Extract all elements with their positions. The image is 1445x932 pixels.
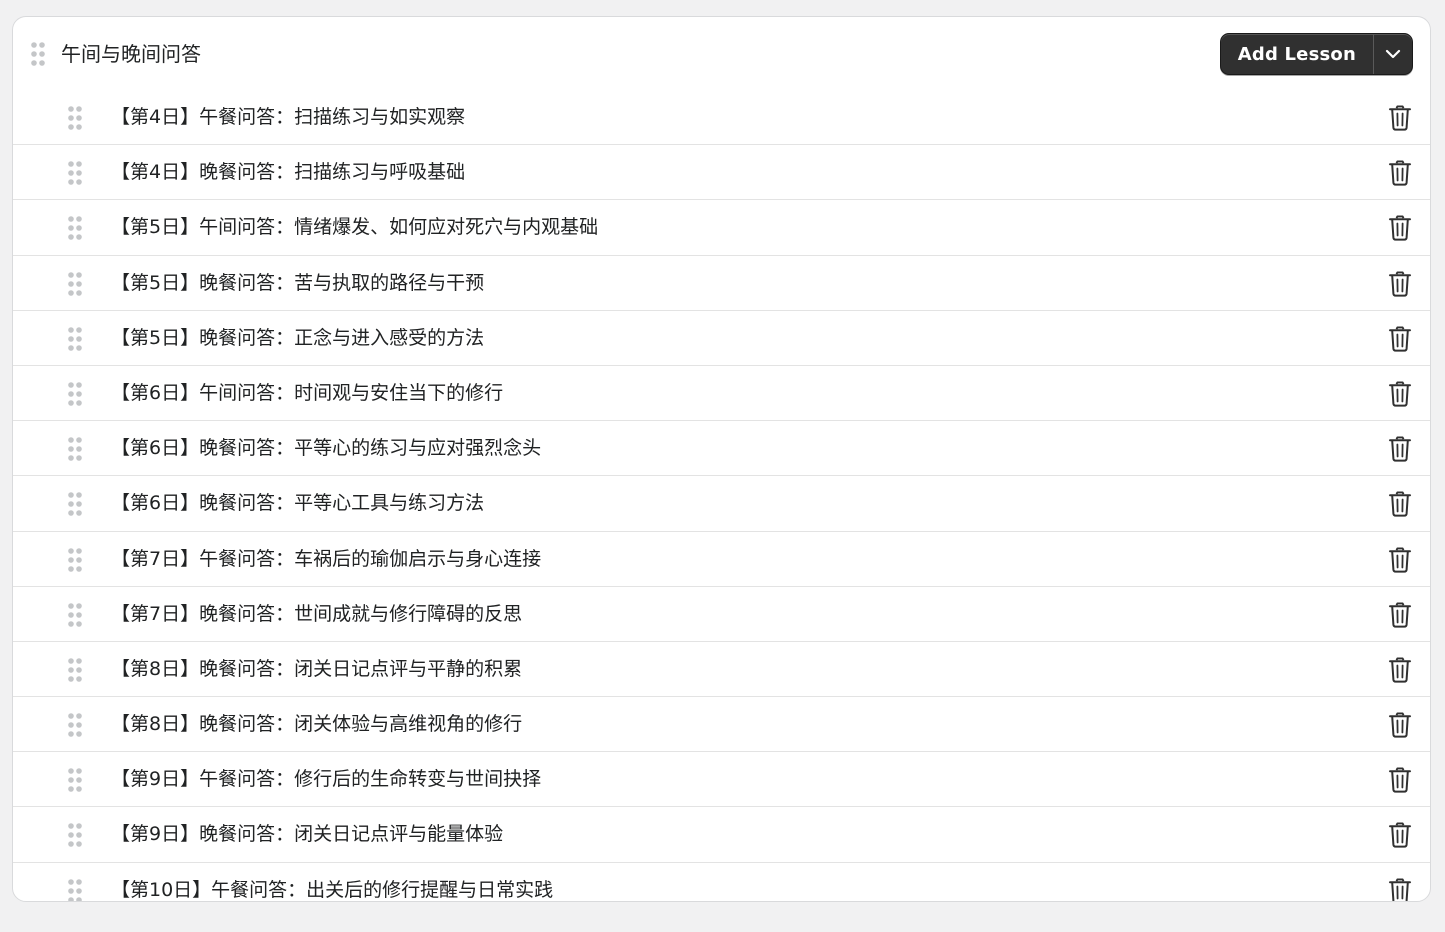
lesson-title: 【第7日】晚餐问答：世间成就与修行障碍的反思	[111, 602, 523, 625]
lesson-drag-handle-icon[interactable]	[67, 602, 83, 628]
lesson-title: 【第9日】午餐问答：修行后的生命转变与世间抉择	[111, 768, 542, 791]
delete-lesson-trash-icon[interactable]	[1388, 546, 1412, 573]
lesson-title: 【第7日】午餐问答：车祸后的瑜伽启示与身心连接	[111, 547, 542, 570]
lesson-row[interactable]: 【第9日】晚餐问答：闭关日记点评与能量体验	[13, 807, 1430, 863]
lesson-title: 【第4日】晚餐问答：扫描练习与呼吸基础	[111, 161, 466, 184]
lesson-row[interactable]: 【第6日】午间问答：时间观与安住当下的修行	[13, 366, 1430, 422]
add-lesson-button-group: Add Lesson	[1219, 33, 1413, 75]
lesson-title: 【第4日】午餐问答：扫描练习与如实观察	[111, 106, 466, 128]
lesson-drag-handle-icon[interactable]	[67, 326, 83, 352]
lesson-list: 【第4日】午餐问答：扫描练习与如实观察 【第4日】晚餐问答：扫描练习与呼吸基础	[13, 90, 1430, 901]
lesson-drag-handle-icon[interactable]	[67, 547, 83, 573]
lesson-drag-handle-icon[interactable]	[67, 767, 83, 793]
lesson-drag-handle-icon[interactable]	[67, 436, 83, 462]
delete-lesson-trash-icon[interactable]	[1388, 160, 1412, 186]
delete-lesson-trash-icon[interactable]	[1388, 878, 1412, 901]
delete-lesson-trash-icon[interactable]	[1388, 326, 1412, 352]
lesson-section-card: 午间与晚间问答 Add Lesson 【第4日】午餐问答：扫描练习与如实观察 【…	[12, 16, 1431, 902]
lesson-title: 【第6日】晚餐问答：平等心的练习与应对强烈念头	[111, 437, 542, 460]
add-lesson-dropdown-button[interactable]	[1374, 34, 1412, 74]
delete-lesson-trash-icon[interactable]	[1388, 436, 1412, 462]
lesson-title: 【第10日】午餐问答：出关后的修行提醒与日常实践	[111, 878, 554, 901]
lesson-drag-handle-icon[interactable]	[67, 271, 83, 297]
lesson-row[interactable]: 【第4日】午餐问答：扫描练习与如实观察	[13, 90, 1430, 146]
section-title: 午间与晚间问答	[61, 42, 201, 66]
lesson-row[interactable]: 【第5日】晚餐问答：正念与进入感受的方法	[13, 311, 1430, 366]
lesson-drag-handle-icon[interactable]	[67, 381, 83, 407]
add-lesson-button[interactable]: Add Lesson	[1221, 34, 1373, 74]
lesson-title: 【第5日】晚餐问答：正念与进入感受的方法	[111, 326, 485, 349]
section-drag-handle-icon[interactable]	[30, 41, 46, 67]
lesson-row[interactable]: 【第5日】晚餐问答：苦与执取的路径与干预	[13, 256, 1430, 311]
delete-lesson-trash-icon[interactable]	[1388, 215, 1412, 241]
lesson-title: 【第9日】晚餐问答：闭关日记点评与能量体验	[111, 823, 504, 846]
lesson-title: 【第6日】午间问答：时间观与安住当下的修行	[111, 381, 504, 404]
lesson-title: 【第8日】晚餐问答：闭关日记点评与平静的积累	[111, 657, 523, 680]
lesson-row[interactable]: 【第10日】午餐问答：出关后的修行提醒与日常实践	[13, 863, 1430, 901]
lesson-row[interactable]: 【第7日】晚餐问答：世间成就与修行障碍的反思	[13, 587, 1430, 642]
delete-lesson-trash-icon[interactable]	[1388, 657, 1412, 683]
lesson-row[interactable]: 【第8日】晚餐问答：闭关体验与高维视角的修行	[13, 697, 1430, 753]
lesson-title: 【第6日】晚餐问答：平等心工具与练习方法	[111, 492, 485, 515]
lesson-drag-handle-icon[interactable]	[67, 160, 83, 186]
delete-lesson-trash-icon[interactable]	[1388, 822, 1412, 849]
delete-lesson-trash-icon[interactable]	[1388, 381, 1412, 407]
delete-lesson-trash-icon[interactable]	[1388, 712, 1412, 738]
lesson-drag-handle-icon[interactable]	[67, 491, 83, 517]
section-header: 午间与晚间问答 Add Lesson	[13, 17, 1430, 90]
lesson-row[interactable]: 【第6日】晚餐问答：平等心的练习与应对强烈念头	[13, 421, 1430, 477]
delete-lesson-trash-icon[interactable]	[1388, 767, 1412, 793]
lesson-row[interactable]: 【第5日】午间问答：情绪爆发、如何应对死穴与内观基础	[13, 200, 1430, 256]
lesson-drag-handle-icon[interactable]	[67, 712, 83, 738]
lesson-title: 【第8日】晚餐问答：闭关体验与高维视角的修行	[111, 713, 523, 736]
lesson-drag-handle-icon[interactable]	[67, 657, 83, 683]
lesson-drag-handle-icon[interactable]	[67, 822, 83, 848]
delete-lesson-trash-icon[interactable]	[1388, 491, 1412, 517]
lesson-row[interactable]: 【第9日】午餐问答：修行后的生命转变与世间抉择	[13, 752, 1430, 808]
chevron-down-icon	[1385, 49, 1401, 59]
lesson-row[interactable]: 【第7日】午餐问答：车祸后的瑜伽启示与身心连接	[13, 532, 1430, 587]
lesson-row[interactable]: 【第8日】晚餐问答：闭关日记点评与平静的积累	[13, 642, 1430, 698]
lesson-drag-handle-icon[interactable]	[67, 878, 83, 901]
delete-lesson-trash-icon[interactable]	[1388, 602, 1412, 628]
lesson-row[interactable]: 【第6日】晚餐问答：平等心工具与练习方法	[13, 476, 1430, 532]
lesson-drag-handle-icon[interactable]	[67, 105, 83, 131]
lesson-title: 【第5日】午间问答：情绪爆发、如何应对死穴与内观基础	[111, 216, 599, 239]
delete-lesson-trash-icon[interactable]	[1388, 271, 1412, 297]
lesson-row[interactable]: 【第4日】晚餐问答：扫描练习与呼吸基础	[13, 145, 1430, 201]
delete-lesson-trash-icon[interactable]	[1388, 105, 1412, 131]
lesson-drag-handle-icon[interactable]	[67, 215, 83, 241]
lesson-title: 【第5日】晚餐问答：苦与执取的路径与干预	[111, 271, 485, 294]
